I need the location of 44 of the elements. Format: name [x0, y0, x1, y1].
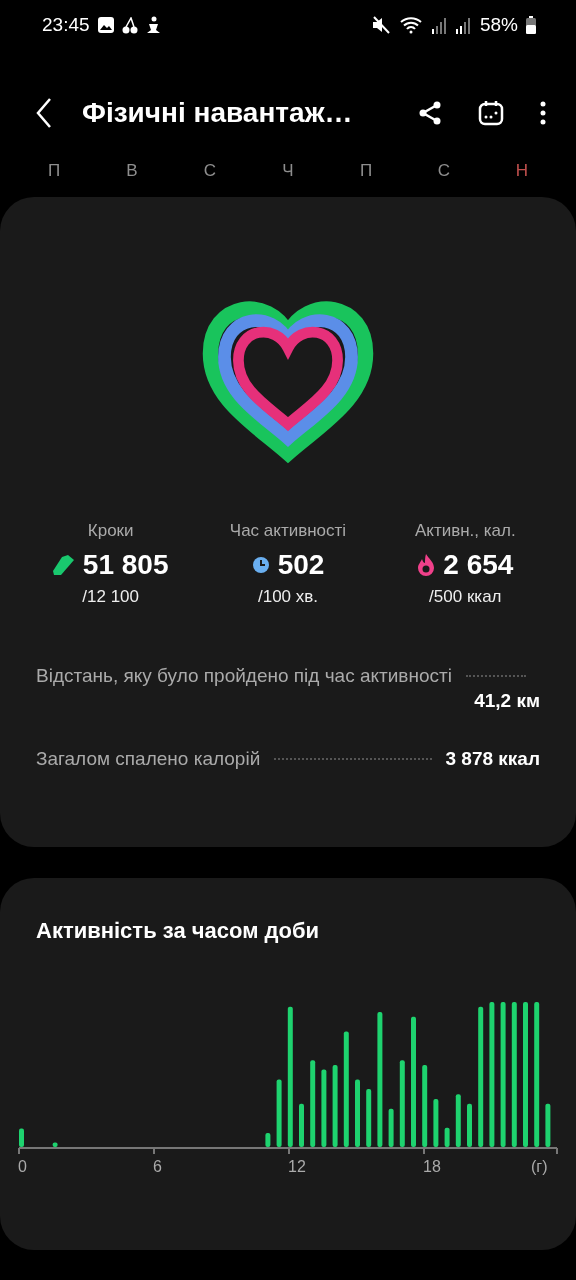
clock-time: 23:45 [42, 14, 90, 36]
detail-label: Загалом спалено калорій [36, 748, 261, 770]
weekday-tab[interactable]: С [200, 161, 220, 181]
card-title: Активність за часом доби [36, 918, 321, 944]
stat-label: Кроки [87, 521, 134, 541]
weekday-tab[interactable]: С [434, 161, 454, 181]
back-button[interactable] [36, 98, 52, 128]
stat-label: Активн., кал. [414, 521, 516, 541]
weekday-tab[interactable]: П [356, 161, 376, 181]
stat-value: 51 805 [82, 549, 169, 581]
detail-value: 3 878 ккал [445, 747, 540, 771]
signal-icon [431, 16, 448, 34]
page-title: Фізичні навантаж… [82, 97, 353, 129]
flame-icon [417, 554, 436, 576]
stat-label: Час активності [229, 521, 347, 541]
shoe-icon [52, 555, 75, 575]
wifi-icon [399, 16, 424, 34]
stat-value: 502 [277, 549, 325, 581]
stat-goal: /12 100 [82, 587, 140, 607]
stat-goal: /100 хв. [257, 587, 319, 607]
battery-icon [526, 16, 536, 34]
clock-icon [251, 556, 270, 574]
mute-icon [371, 16, 392, 34]
cherry-icon [121, 16, 138, 34]
calendar-button[interactable] [478, 100, 504, 126]
axis-label: 18 [423, 1158, 441, 1176]
axis-label: 12 [288, 1158, 306, 1176]
image-icon [97, 17, 114, 33]
axis-label: 6 [153, 1158, 162, 1176]
weekday-tab[interactable]: Н [512, 161, 532, 181]
axis-label: 0 [18, 1158, 27, 1176]
weekday-tab[interactable]: В [122, 161, 142, 181]
figure-icon [145, 16, 161, 34]
weekday-tab[interactable]: Ч [278, 161, 298, 181]
detail-label: Відстань, яку було пройдено під час активності [36, 665, 452, 687]
weekday-tab[interactable]: П [44, 161, 64, 181]
stat-value: 2 654 [443, 549, 514, 581]
share-button[interactable] [418, 101, 442, 125]
axis-label: (г) [531, 1158, 548, 1176]
signal-icon [455, 16, 472, 34]
battery-percent: 58% [479, 14, 518, 36]
more-button[interactable] [540, 101, 546, 125]
stat-goal: /500 ккал [429, 587, 502, 607]
detail-value: 41,2 км [474, 689, 540, 713]
